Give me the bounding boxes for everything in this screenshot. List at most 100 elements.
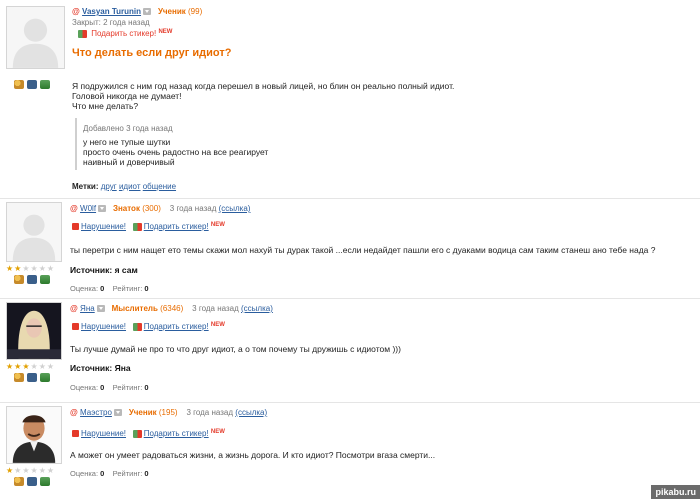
answer-author-line: @ Маэстро Ученик (195) 3 года назад (ссы…	[70, 408, 267, 417]
new-badge: NEW	[158, 29, 173, 35]
star-icon: ★	[38, 466, 46, 475]
new-badge: NEW	[210, 222, 225, 228]
star-icon: ★	[46, 264, 55, 273]
person-icon[interactable]	[14, 80, 24, 89]
person-icon[interactable]	[14, 275, 24, 284]
addendum-line: наивный и доверчивый	[83, 157, 175, 167]
answer-rank-points: (6346)	[160, 304, 184, 313]
answer-block: ★ ★ ★ ★ ★ ★ @ Яна Мыслитель (6346) 3 года наз…	[0, 299, 700, 403]
answer-icons	[14, 477, 50, 486]
rating-label: Оценка:	[70, 383, 99, 392]
dropdown-icon[interactable]	[114, 409, 123, 417]
answer-permalink[interactable]: (ссылка)	[219, 204, 251, 213]
score-value: 0	[144, 383, 149, 392]
tag-link[interactable]: общение	[143, 182, 176, 191]
author-line: @ Vasyan Turunin Ученик (99)	[72, 7, 202, 16]
sticker-link[interactable]: Подарить стикер!	[144, 429, 209, 438]
answer-text: Ты лучше думай не про то что друг идиот,…	[70, 344, 401, 354]
violation-icon	[72, 323, 79, 331]
score-value: 0	[144, 284, 149, 293]
photo-icon[interactable]	[27, 80, 37, 89]
answer-permalink[interactable]: (ссылка)	[241, 304, 273, 313]
star-icon: ★	[22, 466, 30, 475]
star-icon: ★	[22, 264, 30, 273]
stats-icon[interactable]	[40, 275, 50, 284]
answer-block: ★ ★ ★ ★ ★ ★ @ Маэстро Ученик (195) 3 года наз…	[0, 403, 700, 499]
answer-icons	[14, 373, 50, 382]
photo-icon[interactable]	[27, 373, 37, 382]
answer-time: 3 года назад	[192, 304, 239, 313]
answer-rating: Оценка: 0 Рейтинг: 0	[70, 284, 149, 293]
stats-icon[interactable]	[40, 373, 50, 382]
star-icon: ★	[22, 362, 30, 371]
gift-icon	[132, 429, 142, 438]
person-icon[interactable]	[14, 477, 24, 486]
rating-value: 0	[100, 383, 105, 392]
violation-link[interactable]: Нарушение!	[81, 429, 126, 438]
score-label: Рейтинг:	[112, 469, 143, 478]
answer-permalink[interactable]: (ссылка)	[235, 408, 267, 417]
violation-link[interactable]: Нарушение!	[81, 322, 126, 331]
answer-avatar[interactable]	[6, 406, 62, 464]
answer-rank: Знаток	[112, 204, 140, 213]
rating-stars: ★ ★ ★ ★ ★ ★	[6, 363, 54, 371]
star-icon: ★	[38, 264, 46, 273]
tags-label: Метки:	[72, 182, 99, 191]
author-rank: Ученик	[157, 7, 186, 16]
author-avatar[interactable]	[6, 6, 65, 69]
answer-author-line: @ W0lf Знаток (300) 3 года назад (ссылка…	[70, 204, 250, 213]
violation-link[interactable]: Нарушение!	[81, 222, 126, 231]
answer-rank-points: (300)	[142, 204, 161, 213]
answer-rank: Мыслитель	[111, 304, 158, 313]
tags-row: Метки: друг идиот общение	[72, 182, 176, 191]
answer-avatar[interactable]	[6, 302, 62, 360]
answer-author-line: @ Яна Мыслитель (6346) 3 года назад (ссы…	[70, 304, 273, 313]
sticker-link[interactable]: Подарить стикер!	[144, 222, 209, 231]
answer-actions: Нарушение! Подарить стикер! NEW	[72, 222, 225, 231]
violation-icon	[72, 430, 79, 438]
answer-text: ты перетри с ним нащет ето темы скажи мо…	[70, 245, 656, 255]
question-body-line: Что мне делать?	[72, 101, 139, 111]
score-label: Рейтинг:	[112, 284, 143, 293]
new-badge: NEW	[210, 322, 225, 328]
tag-link[interactable]: друг	[101, 182, 117, 191]
answer-time: 3 года назад	[169, 204, 217, 213]
default-avatar-icon	[7, 7, 64, 68]
star-icon: ★	[14, 362, 22, 371]
answer-author-name[interactable]: W0lf	[80, 204, 96, 213]
answer-icons	[14, 275, 50, 284]
tag-link[interactable]: идиот	[119, 182, 141, 191]
answer-actions: Нарушение! Подарить стикер! NEW	[72, 322, 225, 331]
at-icon: @	[70, 304, 78, 313]
gift-icon	[78, 29, 87, 38]
answer-author-name[interactable]: Яна	[80, 304, 95, 313]
question-body-line: Головой никогда не думает!	[72, 91, 182, 101]
dropdown-icon[interactable]	[143, 8, 152, 16]
violation-icon	[72, 223, 79, 231]
dropdown-icon[interactable]	[96, 305, 105, 313]
photo-icon[interactable]	[27, 275, 37, 284]
star-icon: ★	[30, 362, 38, 371]
default-avatar-icon	[7, 203, 61, 261]
stats-icon[interactable]	[40, 80, 50, 89]
answer-author-name[interactable]: Маэстро	[80, 408, 112, 417]
rating-label: Оценка:	[70, 284, 99, 293]
score-label: Рейтинг:	[112, 383, 143, 392]
addendum-line: у него не тупые шутки	[83, 137, 171, 147]
answer-rank-points: (195)	[158, 408, 178, 417]
sticker-link[interactable]: Подарить стикер!	[91, 29, 156, 38]
author-name[interactable]: Vasyan Turunin	[82, 7, 141, 16]
at-icon: @	[72, 7, 80, 16]
photo-icon[interactable]	[27, 477, 37, 486]
question-body-line: Я подружился с ним год назад когда переш…	[72, 81, 455, 91]
rating-label: Оценка:	[70, 469, 99, 478]
star-icon: ★	[38, 362, 46, 371]
question-block: @ Vasyan Turunin Ученик (99) Закрыт: 2 г…	[0, 0, 700, 200]
stats-icon[interactable]	[40, 477, 50, 486]
person-icon[interactable]	[14, 373, 24, 382]
answer-avatar[interactable]	[6, 202, 62, 262]
author-rank-points: (99)	[188, 7, 203, 16]
star-icon: ★	[46, 466, 55, 475]
sticker-link[interactable]: Подарить стикер!	[144, 322, 209, 331]
dropdown-icon[interactable]	[98, 205, 107, 213]
